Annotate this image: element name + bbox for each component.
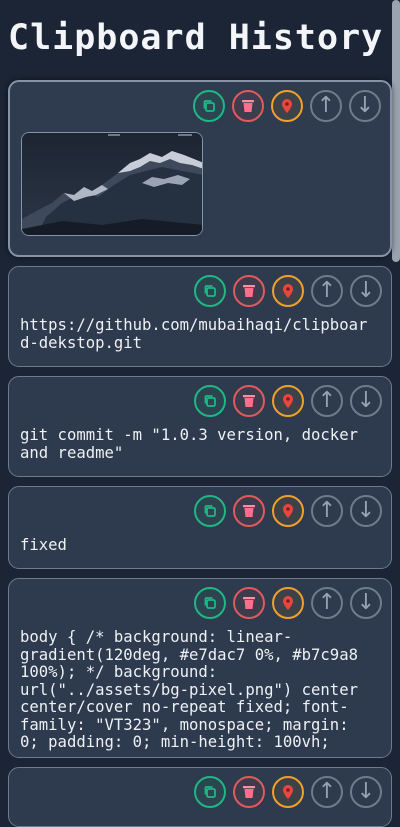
copy-icon [202,99,216,113]
copy-button[interactable] [194,495,226,527]
pin-icon [281,283,295,299]
image-thumbnail [21,132,203,236]
arrow-down-icon: ↓ [356,278,376,303]
pin-button[interactable] [272,495,304,527]
copy-button[interactable] [193,90,225,122]
pin-button[interactable] [272,275,304,307]
copy-icon [203,504,217,518]
copy-icon [203,596,217,610]
arrow-down-icon: ↓ [356,590,376,615]
move-down-button[interactable]: ↓ [349,90,381,122]
clipboard-item-text[interactable]: ↑ ↓ git commit -m "1.0.3 version, docker… [8,376,392,477]
arrow-down-icon: ↓ [356,388,376,413]
move-up-button[interactable]: ↑ [310,90,342,122]
item-actions: ↑ ↓ [194,495,382,527]
pin-button[interactable] [272,385,304,417]
pin-button[interactable] [272,587,304,619]
move-down-button[interactable]: ↓ [350,385,382,417]
trash-icon [241,283,257,299]
move-up-button[interactable]: ↑ [311,776,343,808]
copy-button[interactable] [194,776,226,808]
pin-icon [281,784,295,800]
item-actions: ↑ ↓ [194,776,382,808]
copy-button[interactable] [194,587,226,619]
arrow-up-icon: ↑ [317,278,337,303]
item-content: https://github.com/mubaihaqi/clipboard-d… [20,316,368,352]
move-up-button[interactable]: ↑ [311,275,343,307]
item-actions: ↑ ↓ [193,90,381,122]
copy-icon [203,394,217,408]
delete-button[interactable] [233,275,265,307]
move-down-button[interactable]: ↓ [350,587,382,619]
pin-icon [281,393,295,409]
trash-icon [241,595,257,611]
item-content: fixed [20,536,67,554]
arrow-up-icon: ↑ [317,498,337,523]
scrollbar-thumb[interactable] [392,0,400,262]
clipboard-item-text[interactable]: ↑ ↓ https://github.com/mubaihaqi/clipboa… [8,266,392,367]
arrow-down-icon: ↓ [356,498,376,523]
clipboard-item-image[interactable]: ↑ ↓ [8,80,392,257]
move-down-button[interactable]: ↓ [350,275,382,307]
arrow-up-icon: ↑ [316,93,336,118]
item-actions: ↑ ↓ [194,385,382,417]
trash-icon [241,393,257,409]
copy-button[interactable] [194,275,226,307]
delete-button[interactable] [233,587,265,619]
move-down-button[interactable]: ↓ [350,776,382,808]
clipboard-item-text[interactable]: ↑ ↓ fixed [8,486,392,569]
pin-icon [280,98,294,114]
pin-icon [281,503,295,519]
delete-button[interactable] [232,90,264,122]
delete-button[interactable] [233,385,265,417]
arrow-down-icon: ↓ [355,93,375,118]
pin-icon [281,595,295,611]
pin-button[interactable] [271,90,303,122]
item-content: body { /* background: linear-gradient(12… [20,629,358,751]
delete-button[interactable] [233,495,265,527]
clipboard-item-text[interactable]: ↑ ↓ body { /* background: linear-gradien… [8,578,392,758]
item-actions: ↑ ↓ [194,275,382,307]
item-content: git commit -m "1.0.3 version, docker and… [20,426,358,462]
trash-icon [241,784,257,800]
arrow-up-icon: ↑ [317,590,337,615]
move-up-button[interactable]: ↑ [311,495,343,527]
clipboard-item-text[interactable]: ↑ ↓ [8,767,392,827]
pin-button[interactable] [272,776,304,808]
item-actions: ↑ ↓ [194,587,382,619]
copy-icon [203,284,217,298]
delete-button[interactable] [233,776,265,808]
trash-icon [240,98,256,114]
copy-icon [203,785,217,799]
trash-icon [241,503,257,519]
move-down-button[interactable]: ↓ [350,495,382,527]
page-title: Clipboard History [8,18,384,58]
move-up-button[interactable]: ↑ [311,385,343,417]
move-up-button[interactable]: ↑ [311,587,343,619]
copy-button[interactable] [194,385,226,417]
arrow-up-icon: ↑ [317,388,337,413]
